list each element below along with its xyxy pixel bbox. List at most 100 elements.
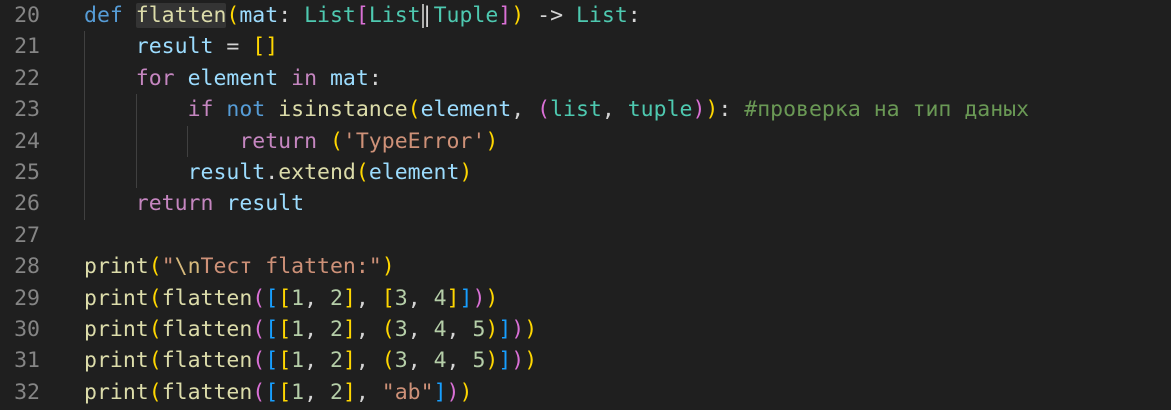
line-number: 26: [14, 191, 40, 217]
code-token: return: [135, 191, 214, 217]
code-line[interactable]: 31 print(flatten([[1, 2], (3, 4, 5)])): [0, 345, 1171, 376]
code-line[interactable]: 32 print(flatten([[1, 2], "ab"])): [0, 377, 1171, 408]
code-text[interactable]: for element in mat:: [84, 63, 382, 94]
code-token: Тест flatten:": [200, 254, 382, 280]
code-token: (: [148, 379, 162, 405]
code-token: [: [381, 285, 395, 311]
code-token: ): [446, 379, 460, 405]
code-token: isinstance: [278, 97, 408, 123]
code-token: 1: [291, 379, 305, 405]
line-number: 21: [14, 34, 40, 60]
code-token: ,: [601, 97, 628, 123]
code-token: ): [485, 348, 499, 374]
code-token: ]: [498, 348, 512, 374]
code-text[interactable]: return ('TypeError'): [84, 126, 498, 157]
line-number: 20: [14, 3, 40, 28]
code-token: (: [148, 317, 162, 342]
code-token: 3: [394, 285, 408, 311]
code-token: ": [161, 254, 175, 280]
code-text[interactable]: print("\nТест flatten:"): [84, 251, 395, 282]
code-token: List: [304, 3, 356, 28]
code-token: (: [252, 317, 266, 342]
line-number: 24: [14, 128, 40, 154]
code-token: result: [226, 191, 305, 217]
line-number: 32: [14, 379, 40, 405]
line-number: 28: [14, 254, 40, 280]
code-token: tuple: [627, 97, 693, 123]
code-text[interactable]: return result: [84, 188, 304, 219]
code-line[interactable]: 27: [0, 220, 1171, 251]
code-line[interactable]: 20 def flatten(mat: List[List|Tuple]) -> …: [0, 0, 1171, 31]
code-token: ,: [511, 97, 538, 123]
code-token: ]: [342, 317, 356, 342]
code-token: [: [278, 379, 292, 405]
code-token: (: [381, 348, 395, 374]
code-token: ]: [342, 285, 356, 311]
code-text[interactable]: print(flatten([[1, 2], [3, 4]])): [84, 283, 498, 314]
code-token: print: [84, 317, 149, 342]
code-text[interactable]: print(flatten([[1, 2], (3, 4, 5)])): [84, 314, 537, 345]
code-token: ,: [355, 348, 382, 374]
code-token: ): [511, 3, 525, 28]
code-token: ): [459, 160, 473, 185]
code-line[interactable]: 25 result.extend(element): [0, 157, 1171, 188]
code-editor[interactable]: 20 def flatten(mat: List[List|Tuple]) -> …: [0, 0, 1171, 410]
code-token: ,: [446, 317, 473, 342]
code-token: flatten: [161, 317, 253, 342]
code-line[interactable]: 29 print(flatten([[1, 2], [3, 4]])): [0, 283, 1171, 314]
code-token: ): [705, 97, 719, 123]
code-token: ): [485, 317, 499, 342]
code-token: element: [368, 160, 460, 185]
code-token: ,: [304, 379, 330, 405]
code-token: ]: [459, 285, 473, 311]
code-token: flatten: [161, 348, 253, 374]
code-line[interactable]: 30 print(flatten([[1, 2], (3, 4, 5)])): [0, 314, 1171, 345]
code-text[interactable]: if not isinstance(element, (list, tuple)…: [84, 94, 1029, 125]
code-token: (: [148, 254, 162, 280]
code-token: ->: [524, 3, 576, 28]
code-token: :: [627, 3, 641, 28]
code-token: ,: [407, 317, 434, 342]
code-token: ): [524, 317, 538, 342]
code-token: mat: [239, 3, 279, 28]
code-token: 2: [330, 317, 343, 342]
code-text[interactable]: def flatten(mat: List[List|Tuple]) -> Li…: [84, 0, 641, 31]
code-token: list: [550, 97, 602, 123]
code-token: (: [329, 128, 343, 154]
code-token: 5: [472, 317, 486, 342]
code-line[interactable]: 23 if not isinstance(element, (list, tup…: [0, 94, 1171, 125]
code-token: ,: [407, 285, 434, 311]
code-token: (: [407, 97, 421, 123]
indent-guide: [135, 94, 137, 189]
code-token: List: [575, 3, 628, 28]
code-line[interactable]: 24 return ('TypeError'): [0, 126, 1171, 157]
code-token: 4: [433, 317, 447, 342]
code-token: ,: [355, 285, 382, 311]
code-line[interactable]: 22 for element in mat:: [0, 63, 1171, 94]
code-text[interactable]: print(flatten([[1, 2], "ab"])): [84, 377, 472, 408]
code-token: (: [252, 285, 266, 311]
code-token: ): [381, 254, 395, 280]
code-line[interactable]: 21 result = []: [0, 31, 1171, 62]
line-number: 30: [14, 317, 40, 342]
code-line[interactable]: 28 print("\nТест flatten:"): [0, 251, 1171, 282]
code-token: .: [265, 160, 279, 185]
code-text[interactable]: print(flatten([[1, 2], (3, 4, 5)])): [84, 345, 537, 376]
code-token: (: [252, 348, 266, 374]
code-text[interactable]: result = []: [84, 31, 278, 62]
code-text[interactable]: result.extend(element): [84, 157, 473, 188]
code-token: ]: [342, 348, 356, 374]
code-token: ,: [355, 317, 382, 342]
code-token: 5: [472, 348, 486, 374]
code-token: print: [84, 254, 149, 280]
code-token: 4: [433, 285, 447, 311]
code-token: ,: [304, 285, 330, 311]
code-token: ,: [304, 348, 330, 374]
code-line[interactable]: 26 return result: [0, 188, 1171, 219]
